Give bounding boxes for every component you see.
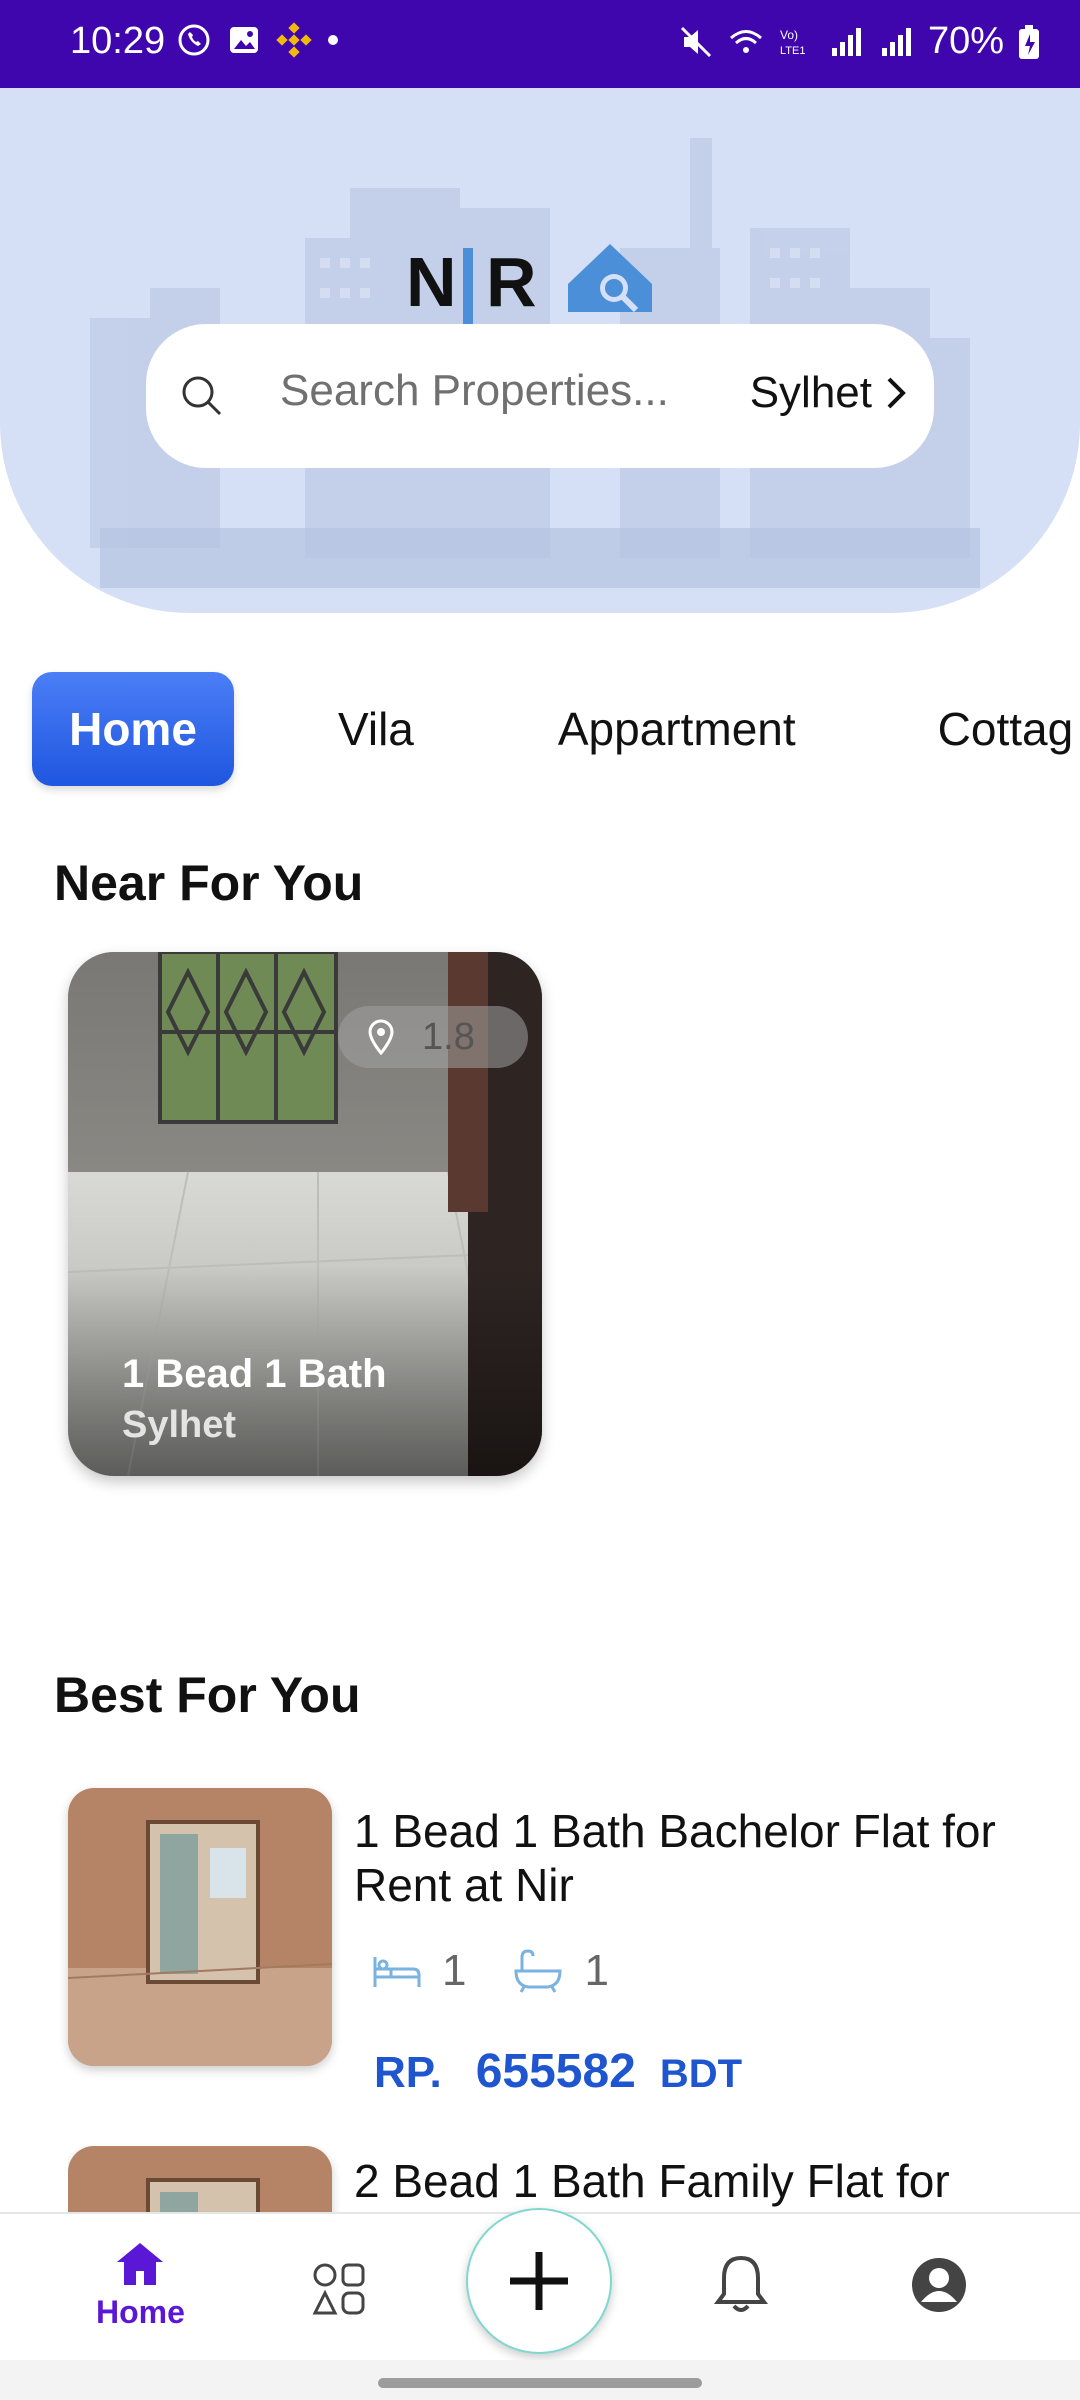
list-item[interactable]: 2 Bead 1 Bath Family Flat for (68, 2146, 1048, 2212)
dot-icon (328, 35, 338, 45)
mute-icon (680, 26, 711, 57)
price-currency: BDT (659, 2052, 743, 2096)
property-thumbnail (68, 2146, 332, 2212)
image-icon (230, 27, 258, 53)
battery-percent: 70% (927, 20, 1004, 62)
near-card-title: 1 Bead 1 Bath (122, 1352, 387, 1396)
signal-icon (831, 27, 861, 56)
notification-icons (176, 22, 340, 58)
categories-icon (312, 2263, 365, 2315)
nav-home[interactable]: Home (96, 2240, 185, 2331)
near-card-location: Sylhet (122, 1404, 237, 1446)
nav-profile[interactable] (910, 2256, 968, 2314)
status-time: 10:29 (70, 20, 166, 62)
tab-appartment[interactable]: Appartment (558, 672, 796, 786)
bed-icon (373, 1957, 421, 1987)
near-property-card[interactable]: 1.8 1 Bead 1 Bath Sylhet (68, 952, 542, 1476)
search-icon (182, 376, 222, 416)
city-label: Sylhet (749, 368, 872, 417)
location-pin-icon (368, 1019, 394, 1055)
tab-cottage[interactable]: Cottag (938, 672, 1074, 786)
svg-text:R: R (486, 243, 537, 321)
battery-icon (1019, 24, 1039, 59)
best-section-title: Best For You (54, 1667, 361, 1723)
bathtub-icon (514, 1949, 562, 1993)
bottom-navigation: Home (0, 2208, 1080, 2360)
distance-value: 1.8 (422, 1015, 475, 1058)
home-icon (117, 2243, 164, 2285)
add-listing-button[interactable] (466, 2208, 612, 2354)
bell-icon (714, 2255, 768, 2312)
listing-title: 2 Bead 1 Bath Family Flat for (354, 2155, 950, 2207)
nav-categories[interactable] (312, 2262, 366, 2316)
volte-icon: Vo) LTE1 (780, 28, 805, 57)
status-bar: 10:29 Vo) LTE1 70% (0, 0, 1080, 88)
svg-text:LTE1: LTE1 (780, 45, 805, 57)
svg-text:Vo): Vo) (780, 28, 798, 42)
svg-text:N: N (406, 243, 457, 321)
search-input[interactable] (280, 366, 720, 416)
signal-icon-2 (881, 27, 911, 56)
city-selector[interactable]: Sylhet (750, 368, 908, 418)
whatsapp-icon (178, 24, 210, 56)
tab-home[interactable]: Home (32, 672, 234, 786)
gesture-bar[interactable] (378, 2378, 702, 2388)
account-icon (912, 2258, 966, 2312)
nav-notifications[interactable] (714, 2254, 768, 2316)
system-icons: Vo) LTE1 70% (678, 20, 1040, 63)
nav-home-label: Home (96, 2294, 185, 2330)
listing-features: 1 1 (372, 1946, 609, 1996)
binance-icon (276, 22, 312, 58)
search-bar[interactable]: Sylhet (146, 324, 934, 468)
distance-badge: 1.8 (338, 1006, 528, 1068)
chevron-right-icon (887, 377, 906, 409)
bath-count: 1 (584, 1946, 609, 1995)
price-prefix: RP. (374, 2048, 442, 2097)
price-value: 655582 (475, 2045, 636, 2098)
category-tabs: Home Vila Appartment Cottag (32, 672, 1073, 786)
property-thumbnail (68, 1788, 332, 2066)
near-section-title: Near For You (54, 855, 364, 911)
wifi-icon (729, 29, 762, 53)
list-item[interactable]: 1 Bead 1 Bath Bachelor Flat for Rent at … (68, 1788, 1048, 2098)
plus-icon (510, 2252, 568, 2310)
bed-count: 1 (442, 1946, 467, 1995)
listing-title: 1 Bead 1 Bath Bachelor Flat for Rent at … (354, 1805, 996, 1911)
listing-price: RP. 655582 BDT (374, 2044, 742, 2099)
tab-vila[interactable]: Vila (338, 672, 414, 786)
